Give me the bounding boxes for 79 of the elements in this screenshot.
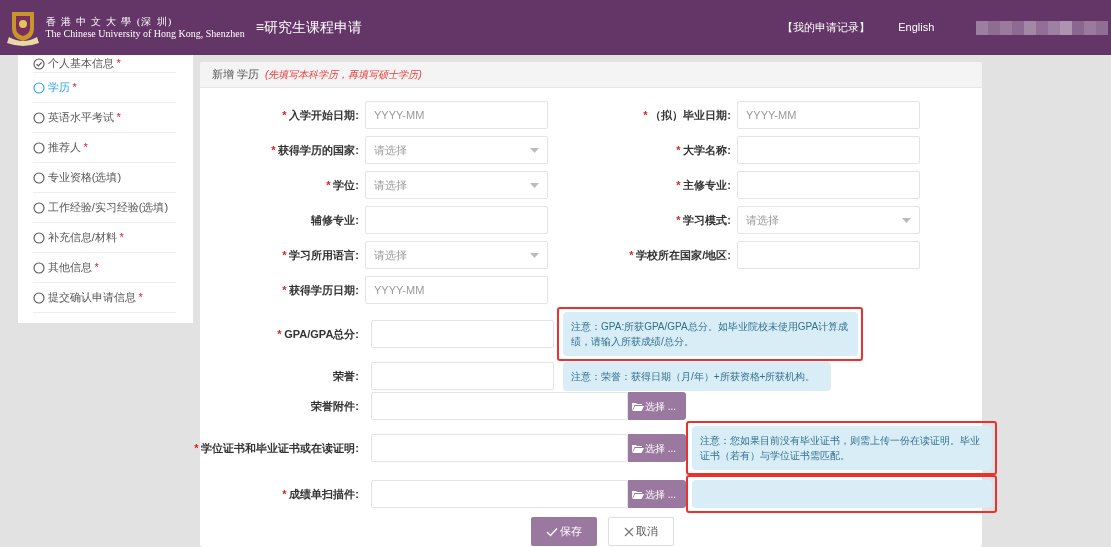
sidebar-item[interactable]: 个人基本信息 * xyxy=(33,55,176,73)
required-mark: * xyxy=(676,142,681,158)
sidebar-item[interactable]: 工作经验/实习经验(选填) xyxy=(33,193,176,223)
field-label: GPA/GPA总分: xyxy=(284,326,359,342)
cancel-button[interactable]: 取消 xyxy=(608,517,674,546)
save-button[interactable]: 保存 xyxy=(531,517,597,546)
input-field[interactable] xyxy=(371,480,628,508)
note-text: 注意：荣誉：获得日期（月/年）+所获资格+所获机构。 xyxy=(563,361,831,391)
required-mark: * xyxy=(277,326,282,342)
required-mark: * xyxy=(83,140,88,156)
university-name: The Chinese University of Hong Kong, Shenzhen xyxy=(45,28,245,40)
input-field[interactable] xyxy=(371,434,628,462)
sidebar-item[interactable]: 推荐人 * xyxy=(33,133,176,163)
input-field[interactable] xyxy=(371,362,554,390)
folder-icon xyxy=(632,443,644,453)
note-text: 注意：GPA:所获GPA/GPA总分。如毕业院校未使用GPA计算成绩，请输入所获成绩/总分。 xyxy=(563,312,858,356)
file-select-button[interactable]: 选择 ... xyxy=(628,480,686,508)
sidebar-item[interactable]: 英语水平考试 * xyxy=(33,103,176,133)
sidebar-item[interactable]: 其他信息 * xyxy=(33,253,176,283)
field-label: 成绩单扫描件: xyxy=(289,486,359,502)
required-mark: * xyxy=(676,212,681,228)
input-field[interactable] xyxy=(371,392,628,420)
file-select-button[interactable]: 选择 ... xyxy=(628,434,686,462)
field-label: 学位: xyxy=(333,177,359,193)
dropdown-caret-icon xyxy=(902,217,911,223)
required-mark: * xyxy=(138,290,143,306)
field-label: 荣誉: xyxy=(333,368,359,384)
language-link[interactable]: English xyxy=(898,19,935,36)
required-mark: * xyxy=(119,230,124,246)
required-mark: * xyxy=(72,80,77,96)
input-field[interactable] xyxy=(365,206,548,234)
sidebar-item[interactable]: 学历 * xyxy=(33,73,176,103)
sidebar-item[interactable]: 提交确认申请信息 * xyxy=(33,283,176,313)
field-label: 学习所用语言: xyxy=(289,247,359,263)
required-mark: * xyxy=(271,142,276,158)
required-mark: * xyxy=(94,260,99,276)
dropdown-caret-icon xyxy=(530,147,539,153)
field-label: 学校所在国家/地区: xyxy=(636,247,731,263)
input-field[interactable] xyxy=(737,241,920,269)
required-mark: * xyxy=(282,107,287,123)
folder-icon xyxy=(632,401,644,411)
close-icon xyxy=(623,526,634,537)
required-mark: * xyxy=(643,107,648,123)
required-mark: * xyxy=(282,247,287,263)
sidebar-item[interactable]: 专业资格(选填) xyxy=(33,163,176,193)
input-field[interactable] xyxy=(737,136,920,164)
field-label: 学习模式: xyxy=(683,212,731,228)
required-mark: * xyxy=(629,247,634,263)
required-mark: * xyxy=(116,56,121,72)
panel-title: 新增 学历 xyxy=(212,67,260,83)
required-mark: * xyxy=(194,440,199,456)
file-select-button[interactable]: 选择 ... xyxy=(628,392,686,420)
hint-text: (先填写本科学历，再填写硕士学历) xyxy=(265,68,422,82)
field-label: 获得学历的国家: xyxy=(278,142,359,158)
folder-icon xyxy=(632,489,644,499)
sidebar-item[interactable]: 补充信息/材料 * xyxy=(33,223,176,253)
required-mark: * xyxy=(116,110,121,126)
required-mark: * xyxy=(282,486,287,502)
field-label: 荣誉附件: xyxy=(311,398,359,414)
field-label: 辅修专业: xyxy=(311,212,359,228)
dropdown-caret-icon xyxy=(530,252,539,258)
check-icon xyxy=(545,526,558,537)
field-label: 大学名称: xyxy=(683,142,731,158)
field-label: 入学开始日期: xyxy=(289,107,359,123)
field-label: （拟）毕业日期: xyxy=(650,107,731,123)
field-label: 获得学历日期: xyxy=(289,282,359,298)
field-label: 主修专业: xyxy=(683,177,731,193)
application-records-link[interactable]: 【我的申请记录】 xyxy=(782,19,871,36)
app-title: 研究生课程申请 xyxy=(263,18,362,37)
field-label: 学位证书和毕业证书或在读证明: xyxy=(201,440,359,456)
note-text: 注意：您如果目前没有毕业证书，则需上传一份在读证明。毕业证书（若有）与学位证书需匹配。 xyxy=(692,426,992,470)
required-mark: * xyxy=(676,177,681,193)
input-field[interactable] xyxy=(737,171,920,199)
required-mark: * xyxy=(282,282,287,298)
required-mark: * xyxy=(326,177,331,193)
university-name: 香 港 中 文 大 學 (深 圳) xyxy=(45,15,174,28)
menu-icon[interactable]: ≡ xyxy=(255,17,264,38)
dropdown-caret-icon xyxy=(530,182,539,188)
input-field[interactable] xyxy=(371,320,554,348)
